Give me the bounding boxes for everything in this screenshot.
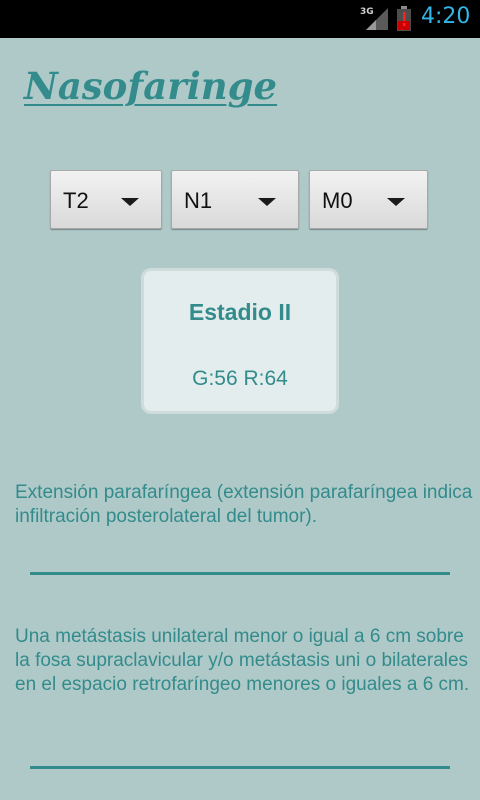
n-stage-value: N1 bbox=[184, 188, 213, 213]
divider bbox=[30, 572, 450, 575]
m-stage-selector[interactable]: M0 bbox=[309, 170, 428, 229]
stage-label: Estadio II bbox=[188, 299, 292, 325]
clock-time: 4:20 bbox=[421, 4, 471, 29]
m-stage-value: M0 bbox=[322, 188, 353, 213]
dropdown-caret-icon bbox=[387, 198, 405, 206]
n-stage-description: Una metástasis unilateral menor o igual … bbox=[15, 626, 470, 695]
page-title: Nasofaringe bbox=[24, 64, 278, 108]
signal-icon bbox=[366, 8, 388, 30]
t-stage-selector[interactable]: T2 bbox=[50, 170, 162, 229]
dropdown-caret-icon bbox=[121, 198, 139, 206]
t-stage-value: T2 bbox=[63, 188, 89, 213]
t-stage-description: Extensión parafaríngea (extensión parafa… bbox=[15, 482, 473, 527]
stage-result-card: Estadio II G:56 R:64 bbox=[141, 268, 339, 414]
divider bbox=[30, 766, 450, 769]
stage-scores: G:56 R:64 bbox=[192, 367, 288, 390]
battery-icon bbox=[397, 6, 411, 31]
status-bar: 3G 4:20 bbox=[0, 0, 480, 38]
dropdown-caret-icon bbox=[258, 198, 276, 206]
n-stage-selector[interactable]: N1 bbox=[171, 170, 299, 229]
